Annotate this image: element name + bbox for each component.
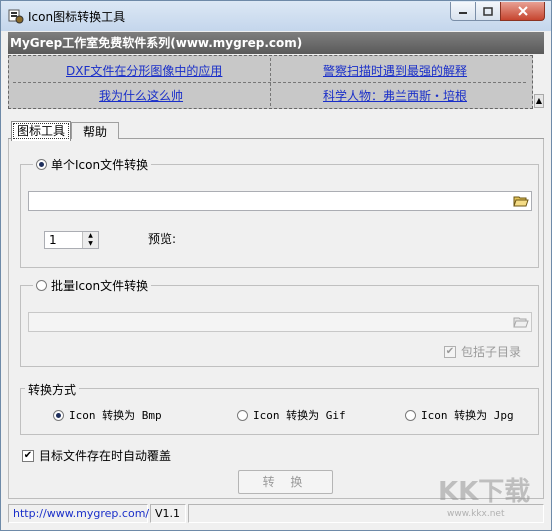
batch-convert-label: 批量Icon文件转换 [51, 279, 149, 293]
single-convert-radio-dot[interactable] [36, 159, 47, 170]
spinner-up-icon[interactable]: ▲ [83, 232, 98, 240]
include-subdirs-label: 包括子目录 [461, 345, 522, 359]
spinner-buttons[interactable]: ▲ ▼ [82, 232, 98, 248]
option-bmp-radio[interactable] [53, 409, 64, 421]
watermark-logo: KK下载 [438, 477, 531, 507]
option-gif-label: Icon 转换为 Gif [253, 409, 346, 422]
option-bmp-label: Icon 转换为 Bmp [69, 409, 162, 422]
link-why-handsome[interactable]: 我为什么这么帅 [99, 87, 183, 104]
convert-button[interactable]: 转 换 [238, 470, 333, 494]
app-banner: MyGrep工作室免费软件系列(www.mygrep.com) [8, 32, 544, 54]
option-icon-to-gif[interactable]: Icon 转换为 Gif [237, 407, 346, 423]
overwrite-checkbox[interactable]: ✔ 目标文件存在时自动覆盖 [22, 447, 171, 464]
batch-convert-radio[interactable]: 批量Icon文件转换 [33, 277, 152, 294]
maximize-icon [483, 6, 493, 16]
option-icon-to-jpg[interactable]: Icon 转换为 Jpg [405, 407, 514, 423]
batch-convert-radio-dot[interactable] [36, 280, 47, 291]
link-dxf-fractal[interactable]: DXF文件在分形图像中的应用 [66, 62, 222, 79]
close-button[interactable] [500, 2, 545, 21]
option-gif-radio[interactable] [237, 409, 248, 421]
include-subdirs-checkbox[interactable]: ✔ 包括子目录 [444, 343, 521, 360]
tab-help[interactable]: 帮助 [71, 122, 119, 139]
convert-mode-label: 转换方式 [28, 383, 77, 397]
window-title: Icon图标转换工具 [28, 10, 126, 24]
spinner-down-icon[interactable]: ▼ [83, 240, 98, 248]
preview-label: 预览: [148, 232, 177, 246]
links-scroll-button[interactable]: ▲ [534, 94, 544, 108]
maximize-button[interactable] [475, 2, 501, 21]
single-file-path-input[interactable] [28, 191, 532, 211]
promo-links-panel: DXF文件在分形图像中的应用 警察扫描时遇到最强的解释 我为什么这么帅 科学人物… [8, 55, 533, 109]
option-jpg-label: Icon 转换为 Jpg [421, 409, 514, 422]
icon-index-value: 1 [49, 233, 57, 247]
links-divider-horizontal [13, 82, 526, 83]
single-convert-label: 单个Icon文件转换 [51, 158, 149, 172]
link-francis-bacon[interactable]: 科学人物：弗兰西斯・培根 [323, 87, 467, 104]
icon-index-spinner[interactable]: 1 ▲ ▼ [44, 231, 99, 249]
single-convert-radio[interactable]: 单个Icon文件转换 [33, 156, 152, 173]
overwrite-check-icon[interactable]: ✔ [22, 449, 34, 462]
watermark-url: www.kkx.net [447, 509, 505, 519]
app-window: Icon图标转换工具 MyGrep工作室免费软件系列(www.mygrep.co… [0, 0, 552, 531]
minimize-button[interactable] [450, 2, 476, 21]
browse-file-button[interactable] [512, 193, 530, 209]
convert-mode-legend: 转换方式 [25, 381, 80, 398]
batch-folder-path-input[interactable] [28, 312, 532, 332]
browse-folder-button[interactable] [512, 314, 530, 330]
link-police-scanner[interactable]: 警察扫描时遇到最强的解释 [323, 62, 467, 79]
include-subdirs-check-icon[interactable]: ✔ [444, 345, 456, 358]
status-version: V1.1 [150, 504, 186, 523]
status-url[interactable]: http://www.mygrep.com/ [8, 504, 149, 523]
option-jpg-radio[interactable] [405, 409, 416, 421]
close-icon [517, 6, 528, 16]
tab-icon-tool[interactable]: 图标工具 [11, 121, 71, 141]
minimize-icon [459, 12, 467, 14]
folder-disabled-icon [513, 317, 529, 328]
single-convert-group [20, 164, 539, 268]
title-bar[interactable]: Icon图标转换工具 [1, 1, 551, 31]
open-folder-icon [513, 196, 529, 207]
overwrite-label: 目标文件存在时自动覆盖 [39, 449, 172, 463]
option-icon-to-bmp[interactable]: Icon 转换为 Bmp [53, 407, 162, 423]
app-icon [8, 8, 24, 24]
